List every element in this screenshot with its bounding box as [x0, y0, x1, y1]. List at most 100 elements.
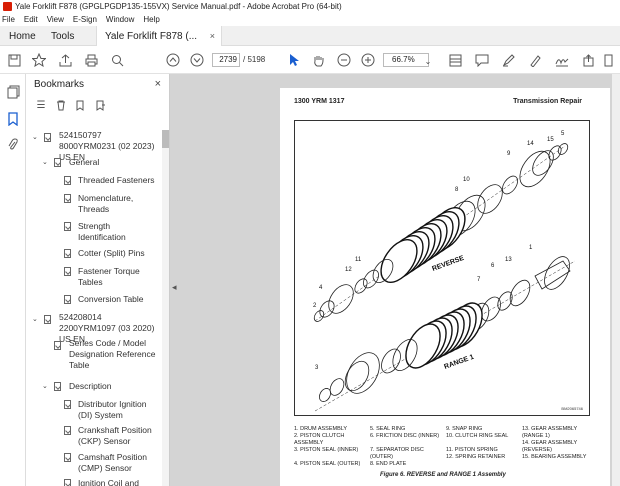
- bookmarks-panel: Bookmarks × ☰ ⌄ 524150797 8000YRM0231 (0…: [26, 74, 170, 486]
- collapse-caret-icon[interactable]: ⌄: [42, 382, 48, 390]
- menu-window[interactable]: Window: [106, 15, 134, 24]
- bookmark-item[interactable]: Series Code / Model Designation Referenc…: [69, 338, 161, 371]
- pdf-page: 1300 YRM 1317 Transmission Repair 5 15 1…: [280, 88, 610, 486]
- callout-3: 3: [315, 365, 319, 371]
- bookmark-item[interactable]: Crankshaft Position (CKP) Sensor: [78, 425, 160, 447]
- page-number-input[interactable]: 2739: [212, 53, 240, 67]
- figure-label-reverse: REVERSE: [431, 255, 465, 273]
- menu-esign[interactable]: E-Sign: [73, 15, 97, 24]
- page-header-right: Transmission Repair: [513, 98, 582, 105]
- menu-edit[interactable]: Edit: [24, 15, 38, 24]
- tab-home[interactable]: Home: [9, 26, 36, 46]
- legend-item: 8. END PLATE: [370, 461, 407, 467]
- bookmark-icon: [54, 158, 61, 167]
- menu-file[interactable]: File: [2, 15, 15, 24]
- bookmark-item[interactable]: Camshaft Position (CMP) Sensor: [78, 452, 160, 474]
- page-total: / 5198: [243, 55, 266, 64]
- collapse-caret-icon[interactable]: ⌄: [32, 315, 38, 323]
- bookmark-item[interactable]: General: [69, 157, 99, 168]
- legend-item: 13. GEAR ASSEMBLY (RANGE 1): [522, 426, 578, 439]
- tab-tools[interactable]: Tools: [51, 26, 74, 46]
- legend-item: 12. SPRING RETAINER: [446, 454, 506, 460]
- bookmark-icon: [44, 133, 51, 142]
- tab-close-icon[interactable]: ×: [210, 31, 215, 41]
- sign-icon[interactable]: [554, 52, 570, 68]
- page-thumbnails-icon[interactable]: [5, 84, 21, 100]
- bookmark-item[interactable]: Nomenclature, Threads: [78, 193, 160, 215]
- menu-view[interactable]: View: [47, 15, 64, 24]
- bookmark-icon: [44, 315, 51, 324]
- bookmark-item[interactable]: Ignition Coil and: [78, 478, 160, 486]
- bookmark-options-icon[interactable]: ☰: [34, 98, 48, 112]
- bookmarks-title: Bookmarks: [34, 79, 85, 90]
- legend-item: 11. PISTON SPRING: [446, 447, 498, 453]
- callout-10: 10: [463, 177, 470, 183]
- callout-12: 12: [345, 267, 352, 273]
- legend-item: 2. PISTON CLUTCH ASSEMBLY: [294, 433, 345, 446]
- draw-icon[interactable]: [527, 52, 543, 68]
- bookmark-item[interactable]: Strength Identification: [78, 221, 160, 243]
- comment-icon[interactable]: [474, 52, 490, 68]
- toolbar: 2739 / 5198 66.7% ⌄: [0, 46, 620, 74]
- menu-help[interactable]: Help: [143, 15, 159, 24]
- callout-7: 7: [477, 277, 481, 283]
- highlight-pen-icon[interactable]: [500, 52, 516, 68]
- callout-2: 2: [313, 303, 317, 309]
- bookmark-item[interactable]: Threaded Fasteners: [78, 175, 160, 186]
- bookmark-icon: [64, 249, 71, 258]
- share-icon[interactable]: [580, 52, 596, 68]
- bookmark-icon: [64, 295, 71, 304]
- zoom-out-icon[interactable]: [336, 52, 352, 68]
- tab-document[interactable]: Yale Forklift F878 (... ×: [96, 26, 222, 46]
- bookmarks-close-icon[interactable]: ×: [155, 78, 161, 90]
- callout-4: 4: [319, 285, 323, 291]
- prev-page-icon[interactable]: [165, 52, 181, 68]
- collapse-caret-icon[interactable]: ⌄: [42, 158, 48, 166]
- delete-bookmark-icon[interactable]: [54, 98, 68, 112]
- bookmarks-scroll-thumb[interactable]: [162, 130, 169, 148]
- bookmark-item[interactable]: Cotter (Split) Pins: [78, 248, 160, 259]
- attachments-icon[interactable]: [5, 137, 21, 153]
- legend-item: 6. FRICTION DISC (INNER): [370, 433, 440, 439]
- bookmark-icon: [64, 267, 71, 276]
- chevron-down-icon[interactable]: ⌄: [420, 53, 436, 69]
- zoom-in-icon[interactable]: [360, 52, 376, 68]
- legend-item: 5. SEAL RING: [370, 426, 406, 432]
- legend-item: 3. PISTON SEAL (INNER): [294, 447, 359, 453]
- bookmarks-panel-icon[interactable]: [5, 111, 21, 127]
- bookmark-icon: [64, 194, 71, 203]
- bookmark-item[interactable]: Description: [69, 381, 112, 392]
- bookmark-star-icon[interactable]: [31, 52, 47, 68]
- new-bookmark-icon[interactable]: [74, 98, 88, 112]
- exploded-diagram: 5 15 14 9 10 8 11 12 4 2 1 13 6 7 3 REVE…: [313, 131, 576, 412]
- figure-caption: Figure 6. REVERSE and RANGE 1 Assembly: [380, 472, 506, 478]
- hand-tool-icon[interactable]: [310, 52, 326, 68]
- menu-bar: File Edit View E-Sign Window Help: [0, 12, 620, 26]
- figure-id: BM2065746: [561, 406, 583, 411]
- bookmark-icon: [64, 222, 71, 231]
- callout-13: 13: [505, 257, 512, 263]
- collapse-panel-icon[interactable]: ◂: [172, 282, 177, 293]
- bookmarks-scrollbar[interactable]: [162, 130, 169, 486]
- bookmark-item[interactable]: Conversion Table: [78, 294, 160, 305]
- bookmark-item[interactable]: Fastener Torque Tables: [78, 266, 160, 288]
- document-scrollbar[interactable]: [612, 74, 620, 486]
- window-title: Yale Forklift F878 (GPGLPGDP135-155VX) S…: [15, 1, 342, 11]
- callout-14: 14: [527, 141, 534, 147]
- bookmark-icon: [64, 479, 71, 486]
- select-cursor-icon[interactable]: [286, 52, 302, 68]
- acrobat-app-icon: [3, 1, 12, 11]
- more-options-icon[interactable]: [600, 52, 616, 68]
- page-layout-icon[interactable]: [447, 52, 463, 68]
- collapse-caret-icon[interactable]: ⌄: [32, 133, 38, 141]
- bookmark-item[interactable]: Distributor Ignition (DI) System: [78, 399, 160, 421]
- callout-8: 8: [455, 187, 459, 193]
- bookmark-icon: [64, 426, 71, 435]
- upload-icon[interactable]: [57, 52, 73, 68]
- print-icon[interactable]: [83, 52, 99, 68]
- next-page-icon[interactable]: [189, 52, 205, 68]
- search-icon[interactable]: [109, 52, 125, 68]
- save-icon[interactable]: [6, 52, 22, 68]
- left-navigation-rail: [0, 74, 26, 486]
- expand-bookmark-icon[interactable]: [94, 98, 108, 112]
